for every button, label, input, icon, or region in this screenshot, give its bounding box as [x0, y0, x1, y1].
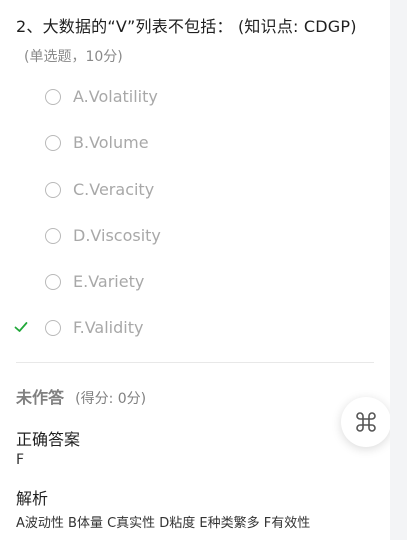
radio-button[interactable]	[45, 274, 61, 291]
option-a[interactable]: A.Volatility	[0, 75, 390, 121]
option-c[interactable]: C.Veracity	[0, 168, 390, 214]
option-label: C.Veracity	[73, 179, 155, 199]
answer-status: 未作答	[16, 388, 65, 407]
option-label: B.Volume	[73, 133, 149, 153]
radio-button[interactable]	[45, 320, 61, 337]
option-e[interactable]: E.Variety	[0, 260, 390, 306]
question-page: 2、大数据的“V”列表不包括： (知识点: CDGP) (单选题，10分) A.…	[0, 0, 391, 540]
option-label: E.Variety	[73, 272, 145, 292]
option-b[interactable]: B.Volume	[0, 121, 390, 167]
radio-button[interactable]	[45, 227, 61, 244]
option-label: F.Validity	[73, 318, 144, 338]
correct-answer-heading: 正确答案	[16, 430, 81, 449]
option-label: A.Volatility	[73, 87, 158, 106]
divider	[16, 362, 374, 363]
floating-menu-button[interactable]	[341, 397, 391, 447]
option-f[interactable]: F.Validity	[0, 306, 390, 352]
result-row: 未作答 (得分: 0分)	[16, 384, 146, 408]
analysis-heading: 解析	[16, 489, 49, 508]
scrollbar-track[interactable]	[390, 0, 407, 540]
question-type-score: (单选题，10分)	[24, 49, 123, 65]
radio-button[interactable]	[45, 135, 61, 152]
command-icon	[356, 412, 376, 432]
question-title: 2、大数据的“V”列表不包括： (知识点: CDGP)	[16, 17, 357, 36]
correct-answer-value: F	[16, 452, 25, 468]
check-icon	[14, 322, 28, 333]
analysis-text: A波动性 B体量 C真实性 D粘度 E种类繁多 F有效性	[16, 516, 311, 531]
option-d[interactable]: D.Viscosity	[0, 214, 390, 260]
score-label: (得分: 0分)	[75, 391, 147, 407]
option-label: D.Viscosity	[73, 225, 161, 245]
radio-button[interactable]	[45, 89, 61, 105]
options-list: A.Volatility B.Volume C.Veracity D.Visco…	[0, 75, 390, 353]
radio-button[interactable]	[45, 181, 61, 198]
